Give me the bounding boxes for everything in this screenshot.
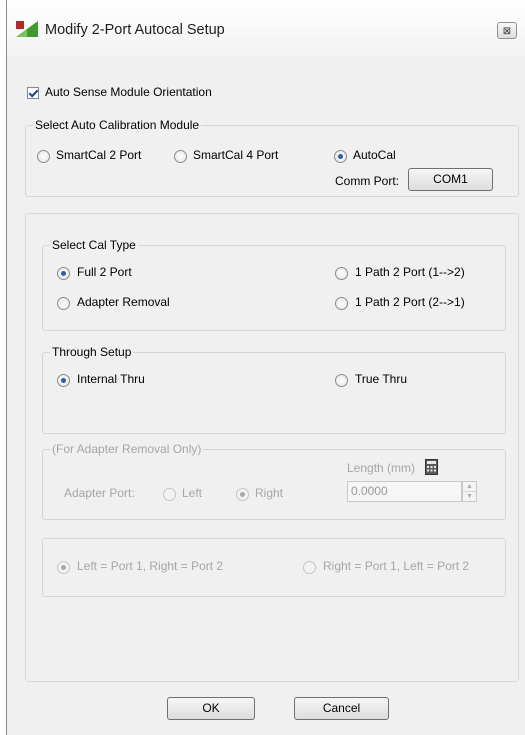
spin-down-icon[interactable]: ▼ [463,492,476,502]
auto-sense-checkbox[interactable] [27,87,39,99]
through-setup-legend: Through Setup [50,345,134,359]
spin-up-icon[interactable]: ▲ [463,482,476,492]
adapter-removal-label: Adapter Removal [77,295,170,309]
radio-adapter-right[interactable] [236,488,249,501]
internal-thru-label: Internal Thru [77,372,145,386]
length-spinner[interactable]: ▲ ▼ [462,481,477,502]
radio-autocal[interactable] [334,150,347,163]
smartcal-4-port-label: SmartCal 4 Port [193,148,279,162]
ok-button-label: OK [202,701,220,715]
title-bar[interactable]: Modify 2-Port Autocal Setup ⊠ [7,0,525,56]
radio-right-port1[interactable] [303,561,316,574]
close-button[interactable]: ⊠ [497,22,517,39]
auto-sense-label: Auto Sense Module Orientation [45,85,212,99]
adapter-right-label: Right [255,486,284,500]
cal-type-group: Select Cal Type [42,238,506,331]
radio-smartcal-4-port[interactable] [174,150,187,163]
adapter-port-label: Adapter Port: [64,486,135,500]
1-path-2-port-2-1-label: 1 Path 2 Port (2-->1) [355,295,465,309]
comm-port-label: Comm Port: [335,174,400,188]
radio-adapter-removal[interactable] [57,297,70,310]
calculator-icon[interactable] [425,459,438,475]
smartcal-2-port-label: SmartCal 2 Port [56,148,142,162]
length-input[interactable]: 0.0000 [347,481,462,502]
full-2-port-label: Full 2 Port [77,265,132,279]
length-value: 0.0000 [351,484,388,498]
module-group-legend: Select Auto Calibration Module [33,118,202,132]
window-title: Modify 2-Port Autocal Setup [45,22,225,38]
right-port1-label: Right = Port 1, Left = Port 2 [323,559,470,573]
app-icon [16,21,38,37]
radio-left-port1[interactable] [57,561,70,574]
cancel-button[interactable]: Cancel [294,697,389,720]
radio-true-thru[interactable] [335,374,348,387]
autocal-label: AutoCal [353,148,396,162]
through-setup-group: Through Setup [42,345,506,434]
radio-full-2-port[interactable] [57,267,70,280]
cancel-button-label: Cancel [322,701,361,715]
close-icon: ⊠ [502,26,512,37]
radio-internal-thru[interactable] [57,374,70,387]
adapter-left-label: Left [182,486,203,500]
dialog-window: Modify 2-Port Autocal Setup ⊠ Auto Sense… [6,0,525,735]
comm-port-button[interactable]: COM1 [408,168,493,191]
radio-smartcal-2-port[interactable] [37,150,50,163]
radio-1-path-2-port-1-2[interactable] [335,267,348,280]
true-thru-label: True Thru [355,372,408,386]
adapter-removal-legend: (For Adapter Removal Only) [50,442,204,456]
ok-button[interactable]: OK [167,697,255,720]
radio-adapter-left[interactable] [163,488,176,501]
comm-port-button-label: COM1 [433,172,468,186]
1-path-2-port-1-2-label: 1 Path 2 Port (1-->2) [355,265,465,279]
left-port1-label: Left = Port 1, Right = Port 2 [77,559,224,573]
length-label: Length (mm) [347,461,416,475]
cal-type-legend: Select Cal Type [50,238,138,252]
radio-1-path-2-port-2-1[interactable] [335,297,348,310]
